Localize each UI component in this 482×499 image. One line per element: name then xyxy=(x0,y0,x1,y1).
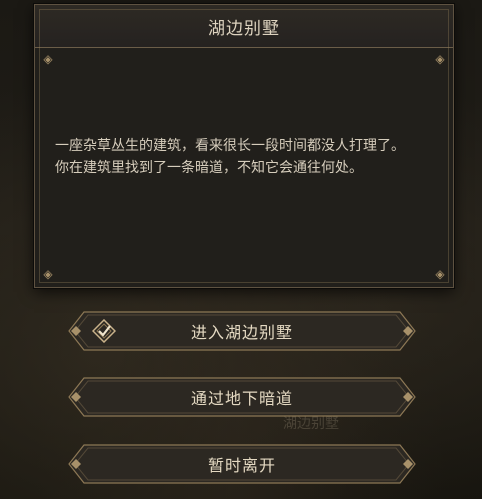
description-line: 一座杂草丛生的建筑，看来很长一段时间都没人打理了。 xyxy=(55,138,405,154)
corner-ornament-icon: ◈ xyxy=(435,267,445,281)
option-label: 暂时离开 xyxy=(207,456,276,475)
selected-check-icon xyxy=(92,319,116,343)
dialog-title: 湖边别墅 xyxy=(208,18,280,39)
corner-ornament-icon: ◈ xyxy=(435,52,445,66)
corner-ornament-icon: ◈ xyxy=(43,52,53,66)
corner-ornament-icon: ◈ xyxy=(43,267,53,281)
option-label: 进入湖边别墅 xyxy=(190,323,293,342)
option-underground-passage-button[interactable]: 通过地下暗道 xyxy=(68,377,416,417)
dialog-title-bar: 湖边别墅 xyxy=(35,5,453,48)
event-dialog: 湖边别墅 ◈ ◈ ◈ ◈ 一座杂草丛生的建筑，看来很长一段时间都没人打理了。 你… xyxy=(34,4,454,288)
description-line: 你在建筑里找到了一条暗道，不知它会通往何处。 xyxy=(55,160,363,176)
dialog-description: 一座杂草丛生的建筑，看来很长一段时间都没人打理了。 你在建筑里找到了一条暗道，不… xyxy=(55,135,433,179)
option-enter-villa-button[interactable]: 进入湖边别墅 xyxy=(68,311,416,351)
option-label: 通过地下暗道 xyxy=(190,389,293,408)
option-leave-button[interactable]: 暂时离开 xyxy=(68,444,416,484)
